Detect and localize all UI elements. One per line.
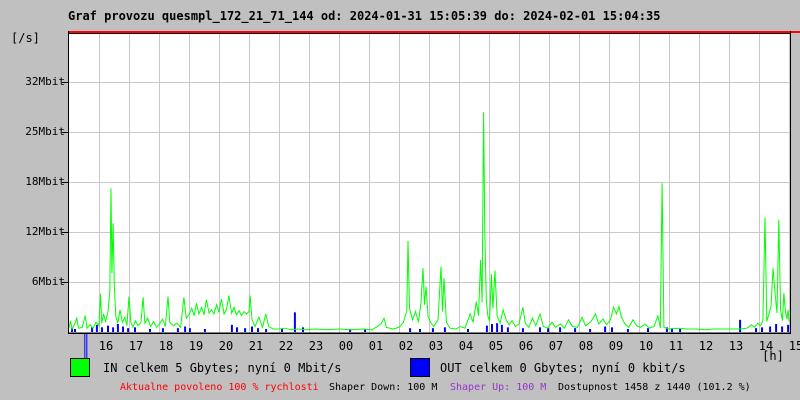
x-tick-label: 10 (638, 339, 654, 353)
y-tick-label: 6Mbit (31, 275, 65, 288)
y-axis-unit: [/s] (11, 31, 40, 45)
x-tick-label: 07 (548, 339, 564, 353)
x-tick-label: 23 (308, 339, 324, 353)
legend-in-swatch (70, 358, 90, 377)
x-tick-label: 13 (728, 339, 744, 353)
y-tick-label: 12Mbit (25, 225, 65, 238)
y-tick-label: 32Mbit (25, 75, 65, 88)
legend-in-label: IN celkem 5 Gbytes; nyní 0 Mbit/s (103, 361, 342, 375)
x-tick-label: 03 (428, 339, 444, 353)
footer-shaper-up: Shaper Up: 100 M (450, 382, 547, 393)
footer-shaper-down: Shaper Down: 100 M (329, 382, 438, 393)
x-tick-label: 06 (518, 339, 534, 353)
x-tick-label: 21 (248, 339, 264, 353)
legend-out-label: OUT celkem 0 Gbytes; nyní 0 kbit/s (440, 361, 686, 375)
y-tick-label: 25Mbit (25, 125, 65, 138)
x-tick-label: 12 (698, 339, 714, 353)
footer-allowed-speed: Aktualne povoleno 100 % rychlosti (120, 382, 319, 393)
x-tick-label: 16 (98, 339, 114, 353)
x-tick-label: 18 (158, 339, 174, 353)
graph-title: Graf provozu quesmpl_172_21_71_144 od: 2… (68, 9, 661, 23)
x-tick-label: 04 (458, 339, 474, 353)
x-tick-label: 08 (578, 339, 594, 353)
x-tick-label: 20 (218, 339, 234, 353)
x-tick-label: 11 (668, 339, 684, 353)
traffic-graph-window: Graf provozu quesmpl_172_21_71_144 od: 2… (0, 0, 800, 400)
x-axis-unit: [h] (762, 349, 784, 363)
x-tick-label: 19 (188, 339, 204, 353)
x-tick-label: 09 (608, 339, 624, 353)
x-tick-label: 17 (128, 339, 144, 353)
legend-out-swatch (410, 358, 430, 377)
x-tick-label: 22 (278, 339, 294, 353)
x-tick-label: 02 (398, 339, 414, 353)
footer-availability: Dostupnost 1458 z 1440 (101.2 %) (558, 382, 751, 393)
x-tick-label: 00 (338, 339, 354, 353)
y-tick-label: 18Mbit (25, 175, 65, 188)
x-tick-label: 01 (368, 339, 384, 353)
x-tick-label: 05 (488, 339, 504, 353)
